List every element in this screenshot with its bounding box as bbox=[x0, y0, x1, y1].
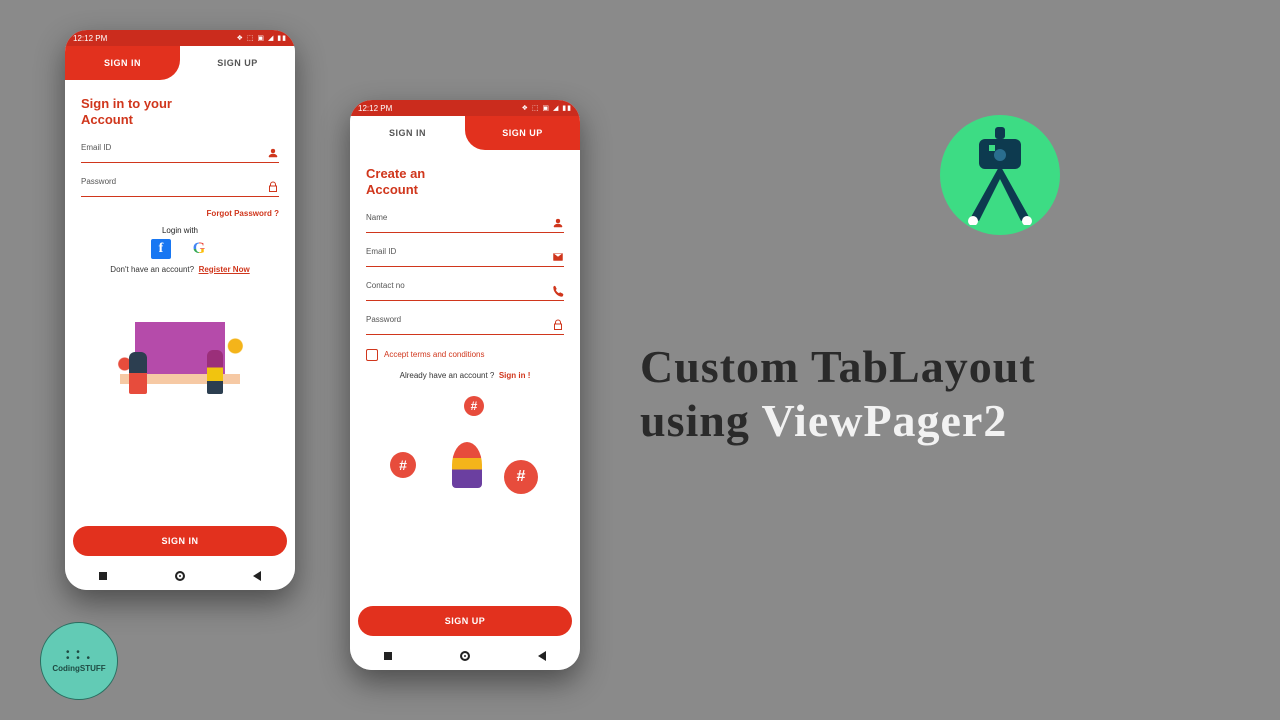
statusbar: 12:12 PM ❖ ⬚ ▣ ◢ ▮▮ bbox=[65, 30, 295, 46]
nav-home[interactable] bbox=[174, 570, 186, 582]
statusbar: 12:12 PM ❖ ⬚ ▣ ◢ ▮▮ bbox=[350, 100, 580, 116]
name-field[interactable]: Name bbox=[366, 213, 564, 233]
signin-panel: Sign in to yourAccount Email ID Password… bbox=[65, 80, 295, 422]
person-icon bbox=[267, 147, 279, 159]
facebook-icon[interactable]: f bbox=[151, 239, 171, 259]
tab-signin[interactable]: SIGN IN bbox=[65, 46, 180, 80]
contact-field[interactable]: Contact no bbox=[366, 281, 564, 301]
signin-title: Sign in to yourAccount bbox=[81, 96, 279, 129]
login-with-label: Login with bbox=[81, 226, 279, 235]
android-navbar bbox=[65, 562, 295, 590]
tab-signin[interactable]: SIGN IN bbox=[350, 116, 465, 150]
status-time: 12:12 PM bbox=[358, 104, 392, 113]
person-icon bbox=[552, 217, 564, 229]
register-now-link[interactable]: Register Now bbox=[199, 265, 250, 274]
contact-label: Contact no bbox=[366, 281, 564, 290]
social-row: f G bbox=[81, 239, 279, 259]
hash-icon: # bbox=[464, 396, 484, 416]
lock-icon bbox=[552, 319, 564, 331]
email-label: Email ID bbox=[81, 143, 279, 152]
android-navbar bbox=[350, 642, 580, 670]
headline: Custom TabLayout using ViewPager2 bbox=[640, 340, 1240, 449]
tabbar: SIGN IN SIGN UP bbox=[350, 116, 580, 150]
email-field[interactable]: Email ID bbox=[81, 143, 279, 163]
terms-label: Accept terms and conditions bbox=[384, 350, 485, 359]
status-time: 12:12 PM bbox=[73, 34, 107, 43]
tabbar: SIGN IN SIGN UP bbox=[65, 46, 295, 80]
terms-row[interactable]: Accept terms and conditions bbox=[366, 349, 564, 361]
register-line: Don't have an account? Register Now bbox=[81, 265, 279, 274]
password-label: Password bbox=[366, 315, 564, 324]
password-field[interactable]: Password bbox=[81, 177, 279, 197]
already-line: Already have an account ? Sign in ! bbox=[366, 371, 564, 380]
forgot-password-link[interactable]: Forgot Password ? bbox=[81, 209, 279, 218]
nav-back[interactable] bbox=[536, 650, 548, 662]
phone-icon bbox=[552, 285, 564, 297]
android-studio-logo bbox=[940, 115, 1060, 235]
password-field[interactable]: Password bbox=[366, 315, 564, 335]
name-label: Name bbox=[366, 213, 564, 222]
email-label: Email ID bbox=[366, 247, 564, 256]
email-field[interactable]: Email ID bbox=[366, 247, 564, 267]
nav-home[interactable] bbox=[459, 650, 471, 662]
signin-illustration bbox=[81, 282, 279, 422]
channel-name: CodingSTUFF bbox=[52, 664, 105, 673]
terms-checkbox[interactable] bbox=[366, 349, 378, 361]
status-icons-right: ❖ ⬚ ▣ ◢ ▮▮ bbox=[237, 34, 287, 42]
signin-button[interactable]: SIGN IN bbox=[73, 526, 287, 556]
lock-icon bbox=[267, 181, 279, 193]
phone-mock-signup: 12:12 PM ❖ ⬚ ▣ ◢ ▮▮ SIGN IN SIGN UP Crea… bbox=[350, 100, 580, 670]
password-label: Password bbox=[81, 177, 279, 186]
tab-signup[interactable]: SIGN UP bbox=[465, 116, 580, 150]
headline-line2b: ViewPager2 bbox=[762, 395, 1008, 446]
badge-dots-icon: • •• • • bbox=[66, 650, 92, 662]
signup-illustration: # # # bbox=[366, 388, 564, 498]
signin-link[interactable]: Sign in ! bbox=[499, 371, 531, 380]
status-icons-right: ❖ ⬚ ▣ ◢ ▮▮ bbox=[522, 104, 572, 112]
nav-recents[interactable] bbox=[97, 570, 109, 582]
signup-button[interactable]: SIGN UP bbox=[358, 606, 572, 636]
headline-line1: Custom TabLayout bbox=[640, 341, 1036, 392]
compass-icon bbox=[955, 125, 1045, 225]
google-icon[interactable]: G bbox=[189, 239, 209, 259]
tab-signup[interactable]: SIGN UP bbox=[180, 46, 295, 80]
signup-title: Create anAccount bbox=[366, 166, 564, 199]
headline-line2a: using bbox=[640, 395, 762, 446]
mail-icon bbox=[552, 251, 564, 263]
nav-back[interactable] bbox=[251, 570, 263, 582]
phone-mock-signin: 12:12 PM ❖ ⬚ ▣ ◢ ▮▮ SIGN IN SIGN UP Sign… bbox=[65, 30, 295, 590]
hash-icon: # bbox=[504, 460, 538, 494]
nav-recents[interactable] bbox=[382, 650, 394, 662]
hash-icon: # bbox=[390, 452, 416, 478]
signup-panel: Create anAccount Name Email ID Contact n… bbox=[350, 150, 580, 498]
channel-badge: • •• • • CodingSTUFF bbox=[40, 622, 118, 700]
